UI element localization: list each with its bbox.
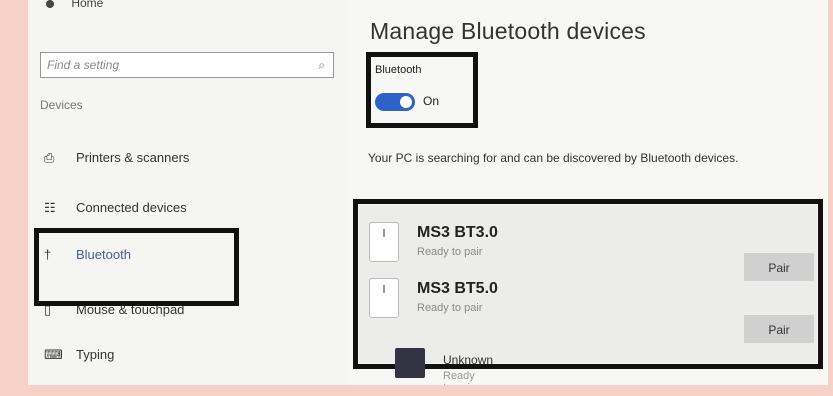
highlight-box-bluetooth-nav [34, 228, 239, 306]
settings-window: Home Find a setting ⌕ Devices ⎙ Printers … [28, 0, 828, 385]
sidebar-item-label: Typing [76, 347, 115, 362]
highlight-box-toggle [366, 52, 478, 128]
sidebar-item-printers[interactable]: ⎙ Printers & scanners [44, 150, 189, 166]
discovery-status: Your PC is searching for and can be disc… [368, 151, 739, 165]
device-icon [395, 348, 425, 378]
search-icon[interactable]: ⌕ [318, 58, 325, 73]
printer-icon: ⎙ [44, 150, 55, 165]
sidebar-item-label: Connected devices [76, 200, 187, 215]
page-title: Manage Bluetooth devices [370, 18, 646, 44]
home-label: Home [71, 0, 104, 10]
sidebar-item-label: Printers & scanners [76, 150, 190, 165]
connected-devices-icon: ☷ [44, 200, 56, 215]
search-input[interactable]: Find a setting ⌕ [40, 52, 334, 78]
home-nav[interactable]: Home [46, 0, 103, 10]
search-placeholder: Find a setting [47, 58, 120, 72]
highlight-box-devices [353, 199, 823, 369]
device-status: Ready to pair [443, 370, 475, 385]
home-icon [46, 0, 54, 8]
sidebar: Home Find a setting ⌕ Devices ⎙ Printers … [28, 0, 348, 385]
section-heading: Devices [40, 98, 83, 112]
sidebar-item-connected-devices[interactable]: ☷ Connected devices [44, 200, 187, 216]
keyboard-icon: ⌨ [44, 347, 63, 362]
main-panel: Manage Bluetooth devices Bluetooth On Yo… [353, 0, 828, 385]
device-name: Unknown [443, 353, 494, 367]
sidebar-item-typing[interactable]: ⌨ Typing [44, 347, 114, 363]
